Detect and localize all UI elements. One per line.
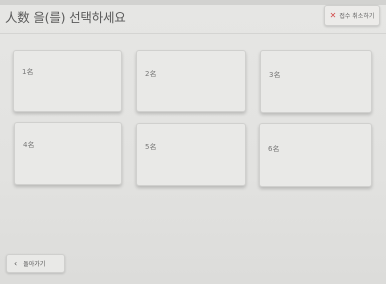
back-button[interactable]: ‹ 돌아가기: [6, 254, 65, 273]
close-icon: ✕: [329, 10, 337, 20]
cancel-reception-label: 접수 취소하기: [339, 13, 375, 20]
chevron-left-icon: ‹: [14, 258, 18, 268]
party-size-option-5[interactable]: 5名: [136, 123, 246, 186]
party-size-option-2[interactable]: 2名: [136, 50, 246, 112]
page-title: 人数 을(를) 선택하세요: [5, 10, 126, 25]
party-size-option-1[interactable]: 1名: [13, 50, 122, 112]
party-size-label: 2名: [145, 70, 157, 78]
party-size-option-6[interactable]: 6名: [259, 123, 372, 187]
party-size-label: 1名: [22, 68, 34, 76]
party-size-label: 6名: [268, 145, 280, 153]
cancel-reception-button[interactable]: ✕ 접수 취소하기: [324, 5, 380, 26]
back-label: 돌아가기: [23, 261, 46, 268]
party-size-option-4[interactable]: 4名: [14, 122, 122, 185]
party-size-option-3[interactable]: 3名: [260, 50, 372, 113]
party-size-label: 4名: [23, 141, 35, 149]
header-divider: [0, 33, 386, 34]
party-size-label: 3名: [269, 71, 281, 79]
party-size-label: 5名: [145, 143, 157, 151]
